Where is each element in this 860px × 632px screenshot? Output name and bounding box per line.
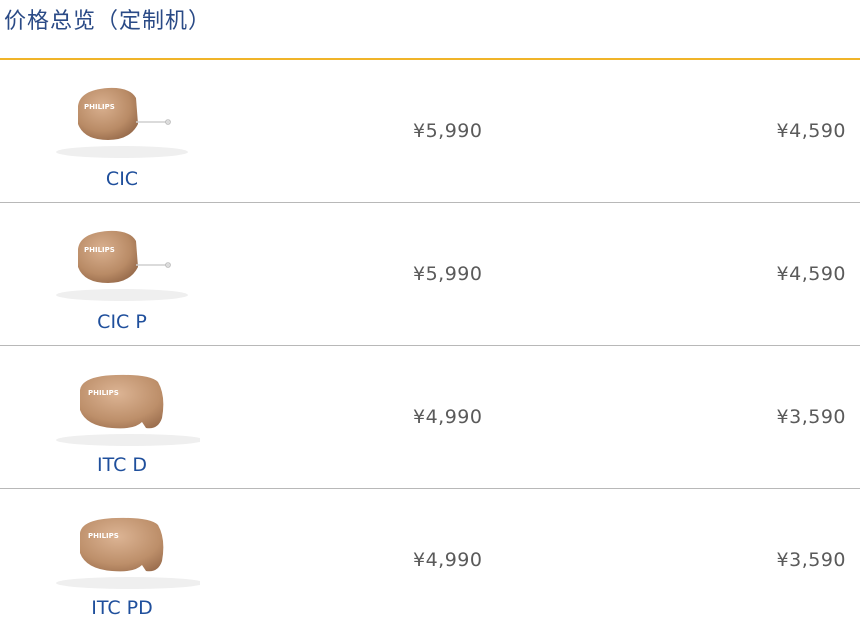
price-2: ¥3,590 [776,549,846,571]
price-2: ¥4,590 [776,120,846,142]
brand-text: PHILIPS [88,389,119,397]
table-row: PHILIPS CIC ¥5,990 ¥4,590 [0,60,860,203]
product-name: ITC D [96,454,148,476]
product-name: ITC PD [91,597,153,619]
hearing-aid-image: PHILIPS [56,230,188,301]
hearing-aid-image: PHILIPS [56,87,188,158]
product-name: CIC [105,168,139,190]
table-row: PHILIPS ITC PD ¥4,990 ¥3,590 [0,489,860,632]
hearing-aid-image: PHILIPS [56,374,200,446]
product-cell: PHILIPS CIC P [30,203,214,346]
product-cell: PHILIPS ITC PD [30,489,214,632]
product-cell: PHILIPS ITC D [30,346,214,489]
price-1: ¥4,990 [413,406,483,428]
product-cell: PHILIPS CIC [30,60,214,203]
brand-text: PHILIPS [84,103,115,111]
price-table: PHILIPS CIC ¥5,990 ¥4,590 PHILIPS CIC P [0,60,860,632]
price-1: ¥4,990 [413,549,483,571]
product-name: CIC P [97,311,147,333]
brand-text: PHILIPS [84,246,115,254]
price-1: ¥5,990 [413,263,483,285]
price-2: ¥4,590 [776,263,846,285]
price-1: ¥5,990 [413,120,483,142]
price-2: ¥3,590 [776,406,846,428]
hearing-aid-image: PHILIPS [56,517,200,589]
page-title: 价格总览（定制机） [4,9,212,34]
brand-text: PHILIPS [88,532,119,540]
table-row: PHILIPS CIC P ¥5,990 ¥4,590 [0,203,860,346]
table-row: PHILIPS ITC D ¥4,990 ¥3,590 [0,346,860,489]
